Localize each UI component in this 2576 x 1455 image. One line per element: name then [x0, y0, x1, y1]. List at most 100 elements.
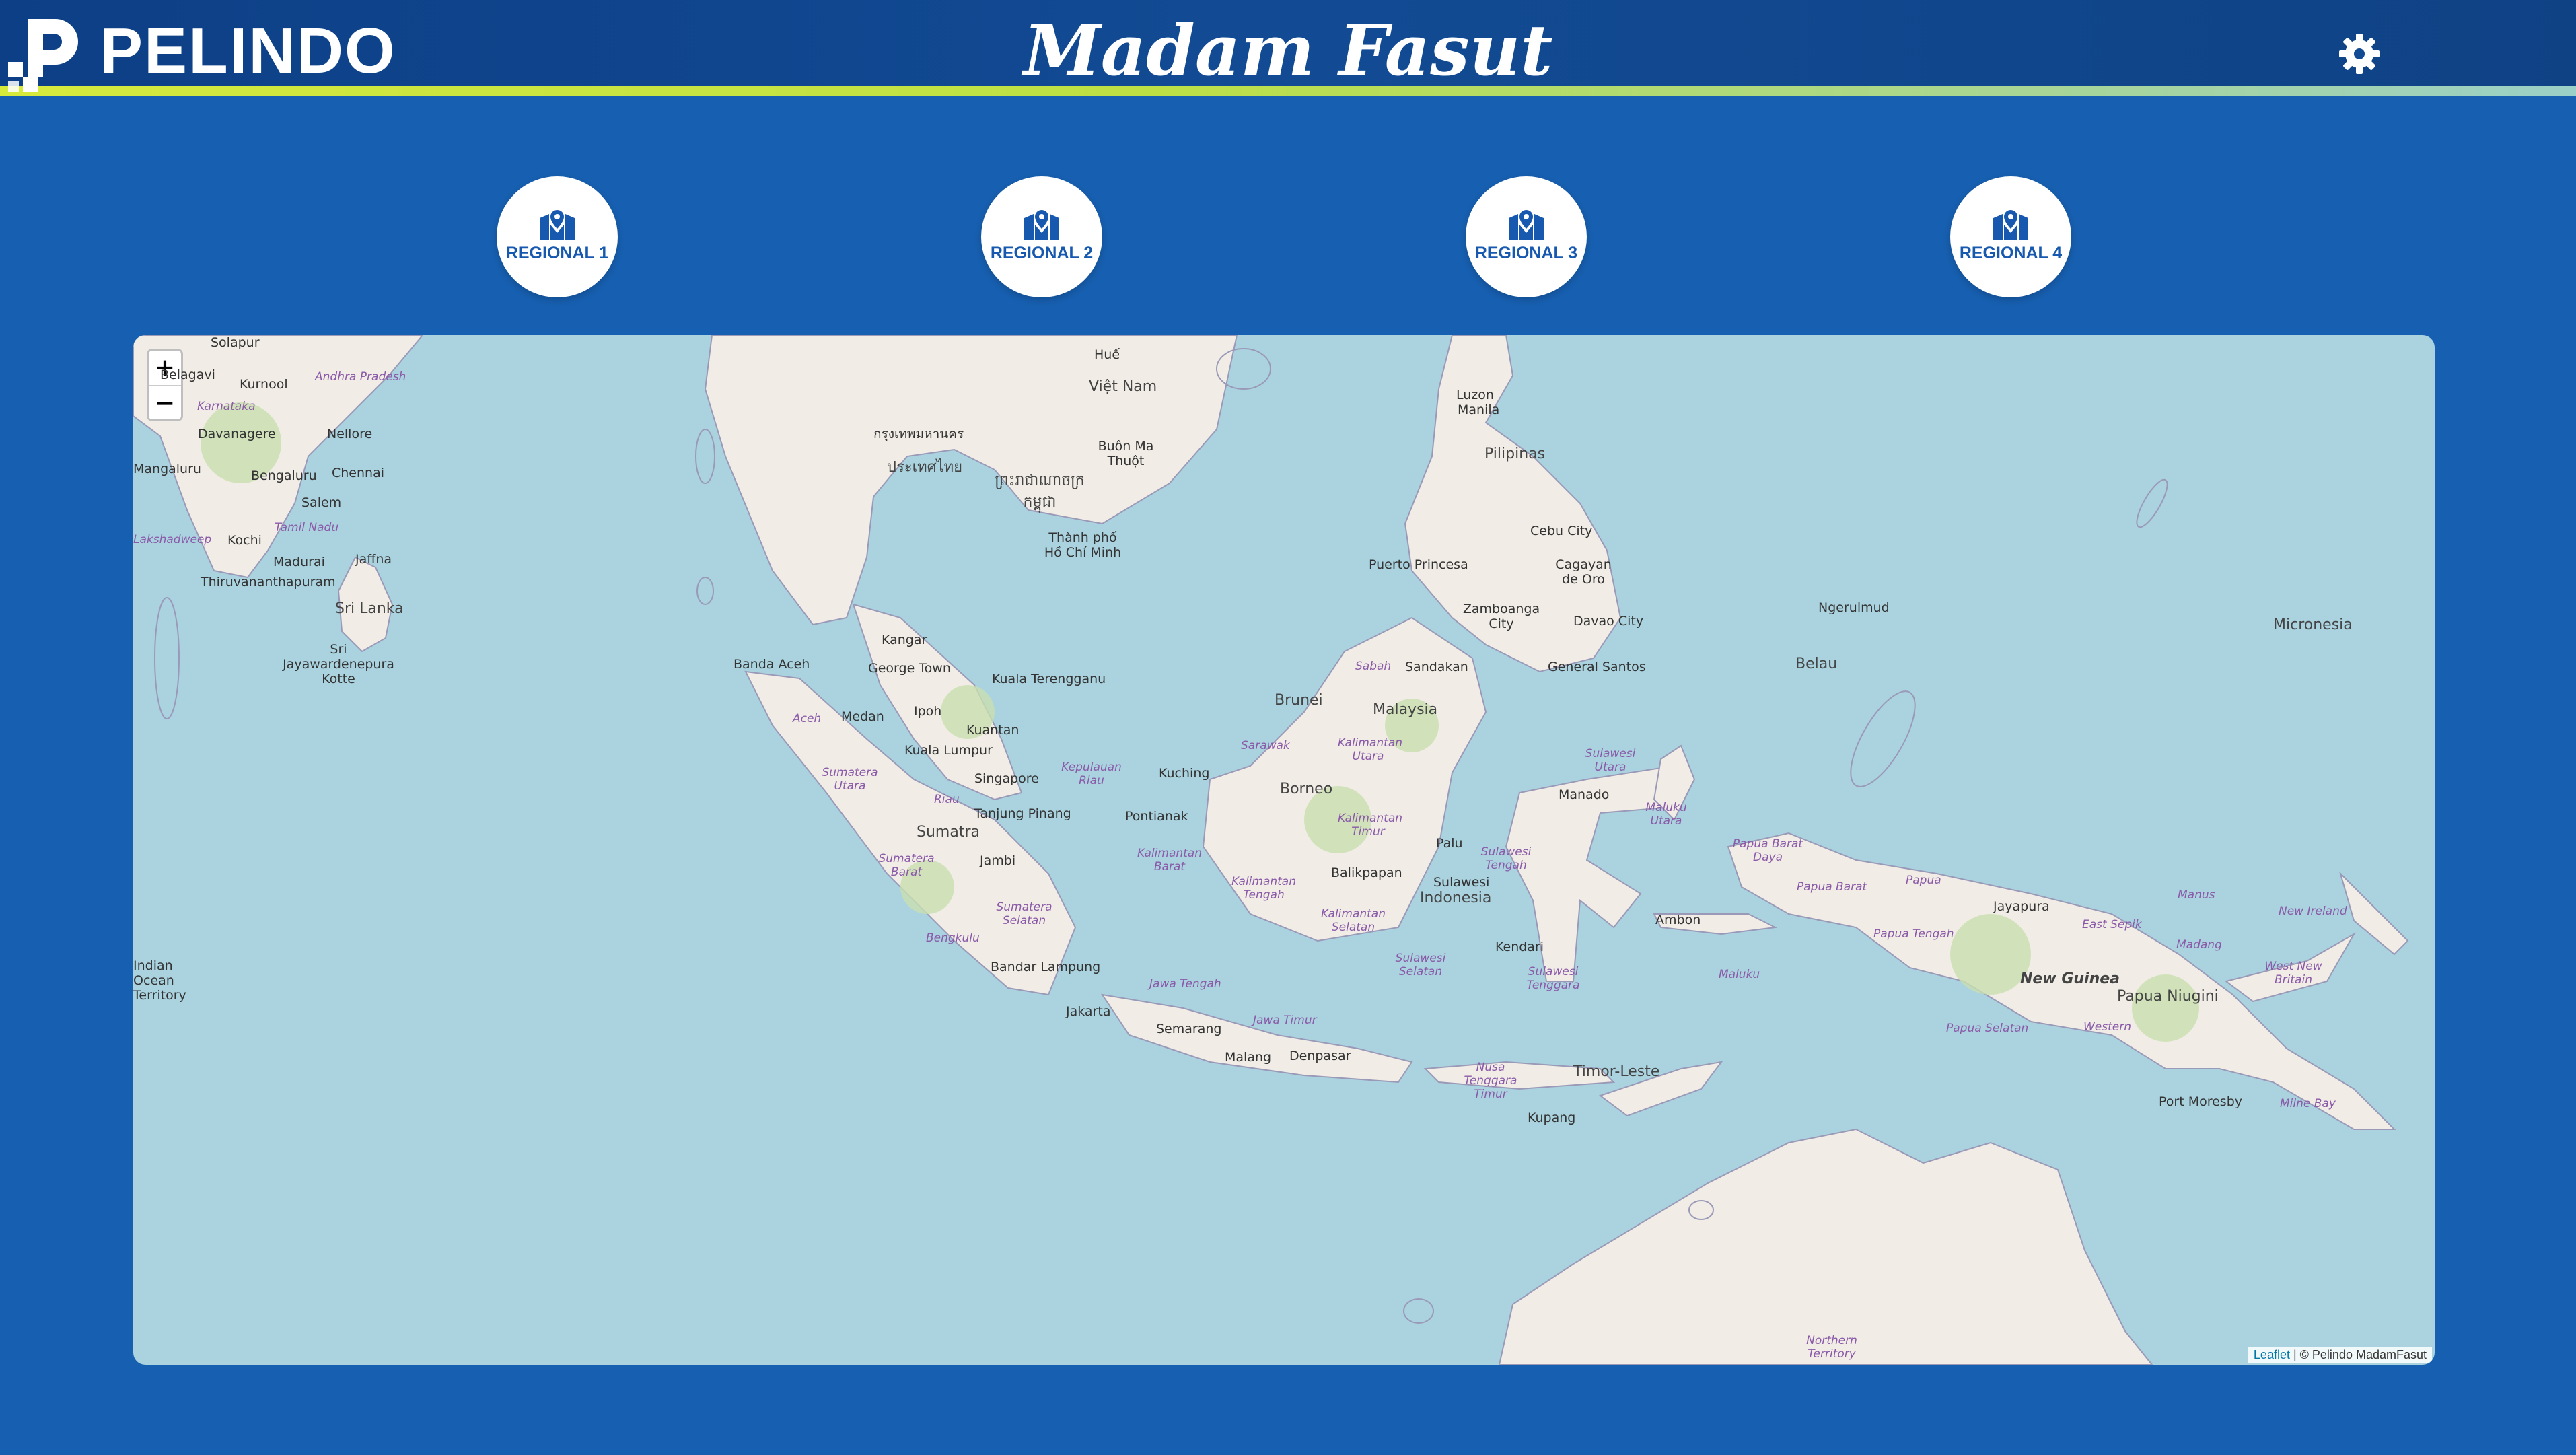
place-label: West New Britain [2264, 960, 2322, 987]
place-label: Malang [1225, 1050, 1272, 1065]
place-label: Kalimantan Tengah [1231, 875, 1296, 902]
place-label: Jayapura [1993, 899, 2050, 914]
place-label: Madurai [273, 555, 325, 569]
place-label: Tamil Nadu [275, 521, 339, 534]
place-label: Mangaluru [133, 462, 201, 476]
place-label: Micronesia [2273, 616, 2353, 633]
place-label: Pontianak [1125, 809, 1188, 824]
place-label: Sulawesi Utara [1585, 747, 1636, 774]
place-label: Nusa Tenggara Timur [1464, 1061, 1517, 1101]
place-label: Jakarta [1066, 1004, 1111, 1019]
place-label: Sumatera Barat [878, 852, 935, 879]
place-label: กรุงเทพมหานคร [873, 427, 964, 441]
place-label: Sulawesi [1433, 875, 1490, 890]
place-label: Manado [1559, 787, 1610, 802]
place-label: Kurnool [240, 377, 288, 392]
place-label: Nellore [327, 427, 373, 441]
place-label: Belau [1795, 655, 1838, 672]
map-view[interactable]: + − Solapur Belagavi Kurnool Andhra Prad… [133, 335, 2435, 1365]
place-label: Pilipinas [1484, 446, 1546, 462]
place-label: Indonesia [1420, 890, 1492, 907]
place-label: Davanagere [198, 427, 276, 441]
place-label: Jaffna [355, 552, 392, 567]
place-label: Andhra Pradesh [315, 370, 406, 384]
place-label: Papua Niugini [2117, 988, 2219, 1005]
place-label: New Guinea [2020, 970, 2120, 987]
place-label: Banda Aceh [734, 657, 810, 672]
place-label: Kuantan [966, 723, 1019, 738]
regional-4-label: REGIONAL 4 [1959, 244, 2063, 262]
place-label: Thiruvananthapuram [201, 575, 336, 590]
regional-4-button[interactable]: REGIONAL 4 [1950, 176, 2071, 297]
place-label: Kendari [1495, 939, 1544, 954]
place-label: Zamboanga City [1462, 602, 1540, 631]
place-label: Kuching [1159, 766, 1210, 781]
place-label: Timor-Leste [1573, 1063, 1660, 1080]
place-label: Maluku Utara [1645, 801, 1687, 828]
place-label: Sulawesi Tengah [1480, 845, 1532, 872]
place-label: Sri Lanka [335, 600, 404, 617]
place-label: ประเทศไทย [887, 459, 963, 476]
regional-3-button[interactable]: REGIONAL 3 [1466, 176, 1587, 297]
place-label: Kochi [227, 533, 262, 548]
place-label: Puerto Princesa [1369, 557, 1468, 572]
place-label: Kalimantan Selatan [1320, 907, 1386, 934]
place-label: Huế [1094, 347, 1120, 362]
place-label: Bengkulu [926, 931, 980, 945]
landmass-indochina [704, 335, 1238, 626]
place-label: Sarawak [1241, 739, 1290, 752]
brand-name: PELINDO [100, 15, 396, 87]
attribution-text: | © Pelindo MadamFasut [2289, 1348, 2427, 1361]
place-label: Bandar Lampung [991, 960, 1101, 974]
map-basemap [133, 335, 2409, 1365]
place-label: Sumatra [917, 824, 980, 841]
map-marker-icon [540, 210, 575, 240]
regional-1-button[interactable]: REGIONAL 1 [497, 176, 618, 297]
place-label: Riau [934, 793, 960, 806]
place-label: Sulawesi Tenggara [1526, 965, 1580, 992]
place-label: Sri Jayawardenepura Kotte [283, 642, 394, 686]
place-label: Palu [1436, 836, 1463, 851]
place-label: Maluku [1719, 968, 1760, 981]
place-label: Solapur [211, 335, 260, 350]
place-label: Jawa Tengah [1149, 977, 1221, 991]
regional-3-label: REGIONAL 3 [1474, 244, 1578, 262]
place-label: Davao City [1573, 614, 1644, 629]
place-label: Papua Barat Daya [1732, 837, 1803, 864]
place-label: Ngerulmud [1818, 600, 1890, 615]
landmass-new-ireland [2338, 871, 2409, 956]
place-label: General Santos [1548, 660, 1646, 674]
gear-icon[interactable] [2338, 32, 2381, 75]
place-label: Papua Selatan [1946, 1022, 2029, 1035]
place-label: Indian Ocean Territory [133, 958, 186, 1003]
place-label: Balikpapan [1331, 865, 1402, 880]
app-title: Madam Fasut [1023, 9, 1553, 92]
place-label: Borneo [1280, 781, 1333, 797]
zoom-out-button[interactable]: − [149, 386, 181, 421]
place-label: Western [2083, 1020, 2132, 1034]
place-label: Ambon [1655, 913, 1701, 927]
place-label: East Sepik [2082, 918, 2142, 931]
place-label: Kepulauan Riau [1061, 760, 1122, 787]
place-label: Kuala Terengganu [992, 672, 1106, 686]
map-marker-icon [1024, 210, 1059, 240]
map-marker-icon [1993, 210, 2028, 240]
place-label: Lakshadweep [133, 533, 212, 546]
place-label: Sumatera Utara [822, 766, 878, 793]
place-label: Papua Barat [1797, 880, 1867, 894]
place-label: Aceh [793, 712, 822, 725]
place-label: Kalimantan Timur [1338, 812, 1403, 839]
landmass-australia [1498, 1128, 2153, 1365]
regional-1-label: REGIONAL 1 [505, 244, 609, 262]
place-label: Luzon [1456, 388, 1494, 402]
leaflet-link[interactable]: Leaflet [2254, 1348, 2290, 1361]
place-label: Northern Territory [1806, 1334, 1857, 1361]
pelindo-logo-icon [8, 19, 78, 92]
place-label: Kuala Lumpur [904, 743, 993, 758]
place-label: Salem [301, 495, 342, 510]
place-label: Brunei [1275, 692, 1323, 709]
regional-2-button[interactable]: REGIONAL 2 [981, 176, 1102, 297]
place-label: Karnataka [197, 400, 256, 413]
place-label: Buôn Ma Thuột [1098, 439, 1154, 468]
place-label: Semarang [1156, 1022, 1222, 1036]
